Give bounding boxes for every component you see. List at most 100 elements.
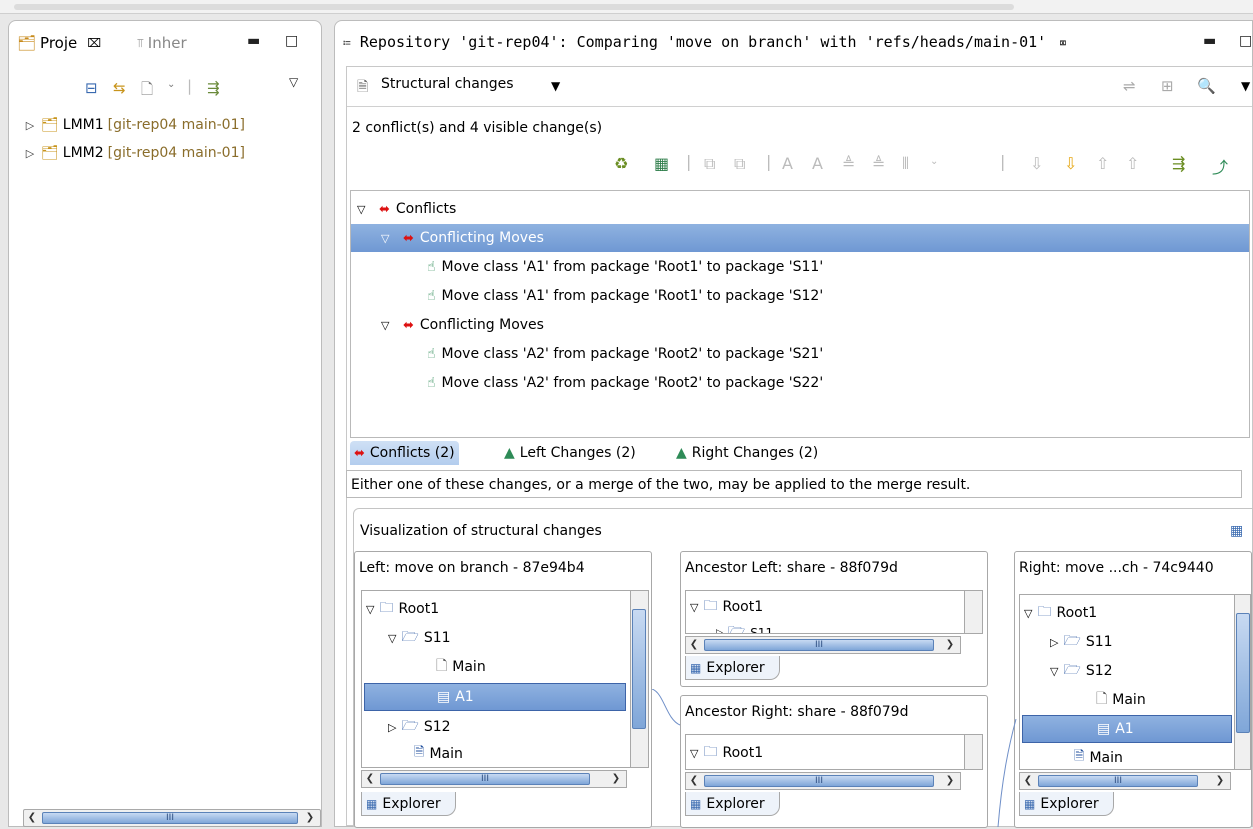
chevron-down-icon[interactable]: ⌄ (930, 156, 938, 167)
scroll-left-icon[interactable]: ❮ (362, 771, 378, 787)
tree-node-file[interactable]: 🗋 Main (1096, 688, 1146, 712)
tree-row-change[interactable]: ☝ Move class 'A1' from package 'Root1' t… (351, 282, 1249, 310)
view-menu-icon[interactable]: ▼ (1241, 79, 1250, 93)
tree-node-package[interactable]: ▷ 🗁 S11 (716, 621, 773, 633)
vertical-scrollbar[interactable] (964, 591, 982, 633)
scroll-left-icon[interactable]: ❮ (24, 810, 40, 826)
tree-node-root[interactable]: ▽ 🗀 Root1 (1024, 601, 1097, 625)
collapse-arrow-icon[interactable]: ▽ (381, 232, 397, 245)
font-icon[interactable]: A (812, 154, 823, 173)
previous-icon[interactable]: ⇧ (1096, 154, 1109, 173)
filter-icon[interactable]: ⤴ (1212, 154, 1228, 178)
merge-icon[interactable]: ≜ (842, 154, 855, 173)
close-tab-icon[interactable]: ⌧ (87, 36, 101, 50)
collapse-arrow-icon[interactable]: ▽ (381, 319, 397, 332)
tree-node-class-selected[interactable]: ▤ A1 (364, 683, 626, 711)
scroll-right-icon[interactable]: ❯ (942, 637, 958, 653)
scroll-left-icon[interactable]: ❮ (1020, 773, 1036, 789)
tree-row-change[interactable]: ☝ Move class 'A2' from package 'Root2' t… (351, 340, 1249, 368)
scroll-thumb[interactable]: III (1038, 775, 1198, 787)
sync-icon[interactable]: ⇶ (1172, 154, 1185, 173)
scroll-thumb[interactable]: III (42, 812, 298, 824)
horizontal-scrollbar[interactable]: ❮ III ❯ (685, 636, 961, 654)
vertical-scrollbar[interactable] (630, 591, 648, 767)
expand-arrow-icon[interactable]: ▷ (23, 119, 37, 132)
tree-row-conflict-group[interactable]: ▽ ⬌ Conflicting Moves (351, 311, 1249, 339)
copy-left-icon[interactable]: ⧉ (704, 154, 715, 174)
vertical-scrollbar[interactable] (964, 735, 982, 769)
explorer-tab[interactable]: ▦ Explorer (685, 792, 780, 816)
scroll-thumb[interactable]: III (380, 773, 590, 785)
collapse-arrow-icon[interactable]: ▽ (357, 203, 373, 216)
view-menu-icon[interactable]: ▽ (289, 75, 298, 89)
tree-row-conflicts-root[interactable]: ▽ ⬌ Conflicts (351, 195, 1249, 223)
vertical-scrollbar[interactable] (1234, 595, 1250, 769)
explorer-tab[interactable]: ▦ Explorer (1019, 792, 1114, 816)
tree-row-change[interactable]: ☝ Move class 'A1' from package 'Root1' t… (351, 253, 1249, 281)
tab-right-changes[interactable]: ▲ Right Changes (2) (672, 441, 822, 465)
tree-node-package[interactable]: ▽ 🗁 S12 (1050, 659, 1113, 683)
tree-node-package[interactable]: ▷ 🗁 S12 (388, 715, 451, 739)
expand-arrow-icon[interactable]: ▷ (23, 147, 37, 160)
scroll-left-icon[interactable]: ❮ (686, 773, 702, 789)
tab-project-explorer[interactable]: 🗂 Proje ⌧ (17, 31, 101, 55)
project-item-lmm2[interactable]: ▷ 🗂 LMM2 [git-rep04 main-01] (23, 145, 245, 161)
top-scrollbar[interactable] (14, 4, 1014, 10)
maximize-icon[interactable]: □ (1239, 33, 1252, 49)
tree-node-file[interactable]: 🗎 Main (1074, 747, 1123, 769)
scroll-thumb[interactable]: III (704, 639, 934, 651)
view-mode-label[interactable]: Structural changes (381, 76, 514, 92)
tree-node-root[interactable]: ▽ 🗀 Root1 (690, 595, 763, 619)
filter-icon[interactable]: 🗋 (141, 79, 153, 104)
accept-all-icon[interactable]: ♻ (614, 154, 628, 173)
scroll-thumb[interactable] (1236, 613, 1250, 733)
font-icon[interactable]: A (782, 154, 793, 173)
tree-node-root[interactable]: ▽ 🗀 Root1 (366, 597, 439, 621)
tab-left-changes[interactable]: ▲ Left Changes (2) (500, 441, 640, 465)
chevron-down-icon[interactable]: ▼ (551, 79, 560, 93)
sync-icon[interactable]: ⇌ (1123, 77, 1136, 95)
accept-icon[interactable]: ▦ (654, 154, 669, 173)
link-with-editor-icon[interactable]: ⇆ (113, 79, 126, 97)
horizontal-scrollbar[interactable]: ❮ III ❯ (361, 770, 627, 788)
scroll-thumb[interactable]: III (704, 775, 934, 787)
maximize-icon[interactable]: □ (285, 33, 298, 49)
editor-tab[interactable]: ≔ Repository 'git-rep04': Comparing 'mov… (335, 21, 1252, 67)
chevron-down-icon[interactable]: ⌄ (167, 79, 175, 90)
tree-node-file[interactable]: 🗋 Main (436, 655, 486, 679)
tree-node-package[interactable]: ▷ 🗁 S11 (1050, 630, 1113, 654)
next-icon[interactable]: ⇩ (1064, 154, 1077, 173)
tree-node-package[interactable]: ▽ 🗁 S11 (388, 626, 451, 650)
close-tab-icon[interactable]: ⌧ (1059, 36, 1066, 50)
explorer-tab[interactable]: ▦ Explorer (685, 656, 780, 680)
minimize-icon[interactable]: ▬ (1203, 33, 1216, 49)
tree-row-conflict-group[interactable]: ▽ ⬌ Conflicting Moves (351, 224, 1249, 252)
table-icon[interactable]: ▦ (1230, 523, 1243, 539)
tree-node-class-selected[interactable]: ▤ A1 (1022, 715, 1232, 743)
copy-right-icon[interactable]: ⧉ (734, 154, 745, 174)
minimize-icon[interactable]: ▬ (247, 33, 260, 49)
horizontal-scrollbar[interactable]: ❮ III ❯ (685, 772, 961, 790)
tree-search-icon[interactable]: 🔍 (1197, 77, 1216, 95)
expand-icon[interactable]: ⦀ (902, 154, 909, 174)
tree-row-change[interactable]: ☝ Move class 'A2' from package 'Root2' t… (351, 369, 1249, 397)
previous-change-icon[interactable]: ⇧ (1126, 154, 1139, 173)
scroll-left-icon[interactable]: ❮ (686, 637, 702, 653)
horizontal-scrollbar[interactable]: ❮ III ❯ (1019, 772, 1231, 790)
scroll-right-icon[interactable]: ❯ (302, 810, 318, 826)
layout-icon[interactable]: ⊞ (1161, 77, 1174, 95)
tab-inheritance[interactable]: ⫪ Inher (137, 31, 187, 55)
project-item-lmm1[interactable]: ▷ 🗂 LMM1 [git-rep04 main-01] (23, 117, 245, 133)
horizontal-scrollbar[interactable]: ❮ III ❯ (23, 809, 321, 827)
scroll-thumb[interactable] (632, 609, 646, 729)
scroll-right-icon[interactable]: ❯ (608, 771, 624, 787)
sync-icon[interactable]: ⇶ (207, 79, 220, 97)
tree-node-root[interactable]: ▽ 🗀 Root1 (690, 741, 763, 765)
tree-node-file[interactable]: 🗎 Main (414, 743, 463, 765)
explorer-tab[interactable]: ▦ Explorer (361, 792, 456, 816)
merge-icon[interactable]: ≜ (872, 154, 885, 173)
tab-conflicts[interactable]: ⬌ Conflicts (2) (350, 441, 459, 465)
scroll-right-icon[interactable]: ❯ (1212, 773, 1228, 789)
next-change-icon[interactable]: ⇩ (1030, 154, 1043, 173)
scroll-right-icon[interactable]: ❯ (942, 773, 958, 789)
